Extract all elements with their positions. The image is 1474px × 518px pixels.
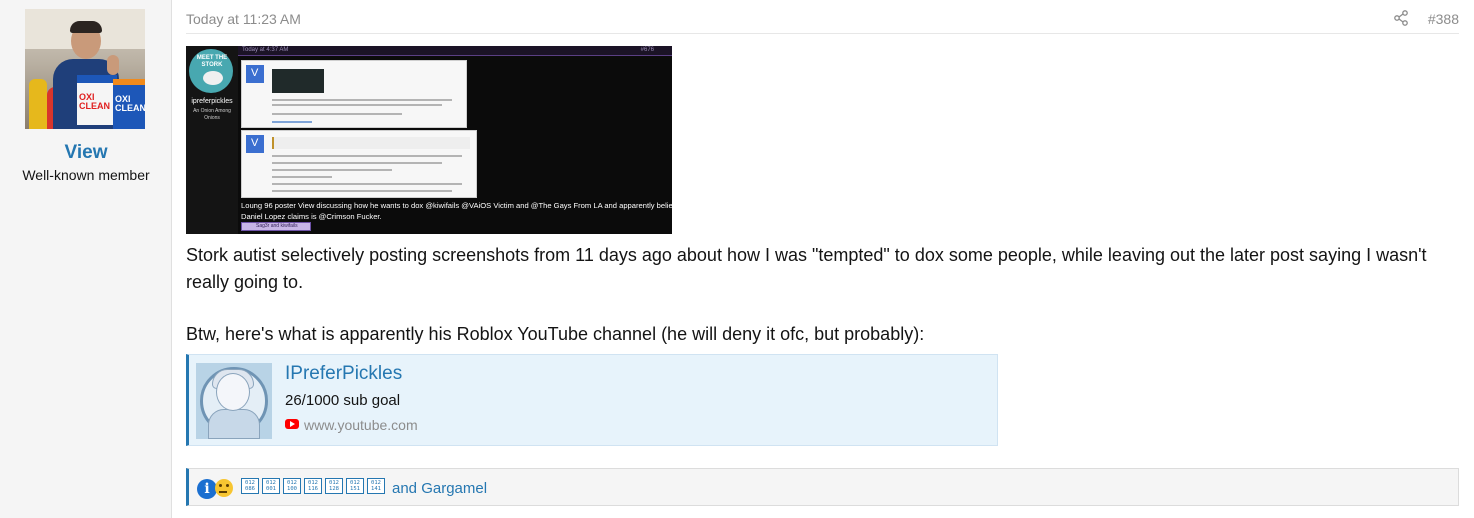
avatar-bottle xyxy=(29,79,47,129)
reaction-code-box[interactable]: 012 151 xyxy=(346,478,364,494)
reaction-code-box[interactable]: 012 128 xyxy=(325,478,343,494)
reactions-list-link[interactable]: and Gargamel xyxy=(392,480,487,497)
user-title: Well-known member xyxy=(22,167,150,183)
reaction-code-box[interactable]: 012 116 xyxy=(304,478,322,494)
attachment-user-sidebar: MEET THE STORK iprefer​pickles An Onion … xyxy=(186,46,238,234)
avatar[interactable]: OXI CLEAN OXI CLEAN xyxy=(25,9,145,129)
post-paragraph: Btw, here's what is apparently his Roblo… xyxy=(186,324,925,344)
post-body: Stork autist selectively posting screens… xyxy=(186,242,1446,348)
post-date[interactable]: Today at 11:23 AM xyxy=(186,11,301,27)
reaction-code-box[interactable]: 012 100 xyxy=(283,478,301,494)
thinking-icon[interactable] xyxy=(215,479,233,497)
reactions-bar[interactable]: i 012 086 012 001 012 100 012 116 012 12… xyxy=(186,468,1459,506)
user-sidebar: OXI CLEAN OXI CLEAN View Well-known memb… xyxy=(0,0,172,518)
informative-icon[interactable]: i xyxy=(197,479,217,499)
avatar-tub: OXI CLEAN xyxy=(113,79,145,129)
attachment-quoted-post: V xyxy=(241,60,467,128)
post-number-link[interactable]: #388 xyxy=(1428,11,1459,27)
reaction-code-box[interactable]: 012 141 xyxy=(367,478,385,494)
attachment-caption: Loung 96 poster View discussing how he w… xyxy=(241,201,672,210)
attachment-username: iprefer​pickles xyxy=(191,98,233,105)
reaction-code-box[interactable]: 012 086 xyxy=(241,478,259,494)
youtube-icon xyxy=(285,419,299,429)
attachment-topbar: Today at 4:37 AM #676 xyxy=(238,46,672,56)
screenshot-attachment[interactable]: MEET THE STORK iprefer​pickles An Onion … xyxy=(186,46,672,234)
post-paragraph: Stork autist selectively posting screens… xyxy=(186,245,1427,292)
attachment-reactions: Sag3r and kiwifails xyxy=(241,222,311,231)
stork-avatar: MEET THE STORK xyxy=(189,49,233,93)
username-link[interactable]: View xyxy=(0,142,172,164)
post-header: Today at 11:23 AM #388 xyxy=(186,8,1459,34)
link-unfurl-card[interactable]: IPreferPickles 26/1000 sub goal www.yout… xyxy=(186,354,998,446)
attachment-number: #676 xyxy=(640,47,654,53)
attachment-quoted-post: V xyxy=(241,130,477,198)
attachment-caption: Daniel Lopez claims is @Crimson Fucker. xyxy=(241,212,382,221)
channel-thumbnail[interactable] xyxy=(196,363,272,439)
attachment-date: Today at 4:37 AM xyxy=(242,47,289,53)
attachment-usertitle: An Onion Among Onions xyxy=(193,108,231,121)
reaction-code-box[interactable]: 012 001 xyxy=(262,478,280,494)
embed-description: 26/1000 sub goal xyxy=(285,392,401,409)
embed-domain: www.youtube.com xyxy=(304,417,418,433)
embed-title-link[interactable]: IPreferPickles xyxy=(285,363,402,385)
share-icon[interactable] xyxy=(1393,10,1409,26)
avatar-hair xyxy=(70,21,102,33)
avatar-thumbs-up xyxy=(107,55,119,75)
avatar-tub: OXI CLEAN xyxy=(77,75,117,125)
